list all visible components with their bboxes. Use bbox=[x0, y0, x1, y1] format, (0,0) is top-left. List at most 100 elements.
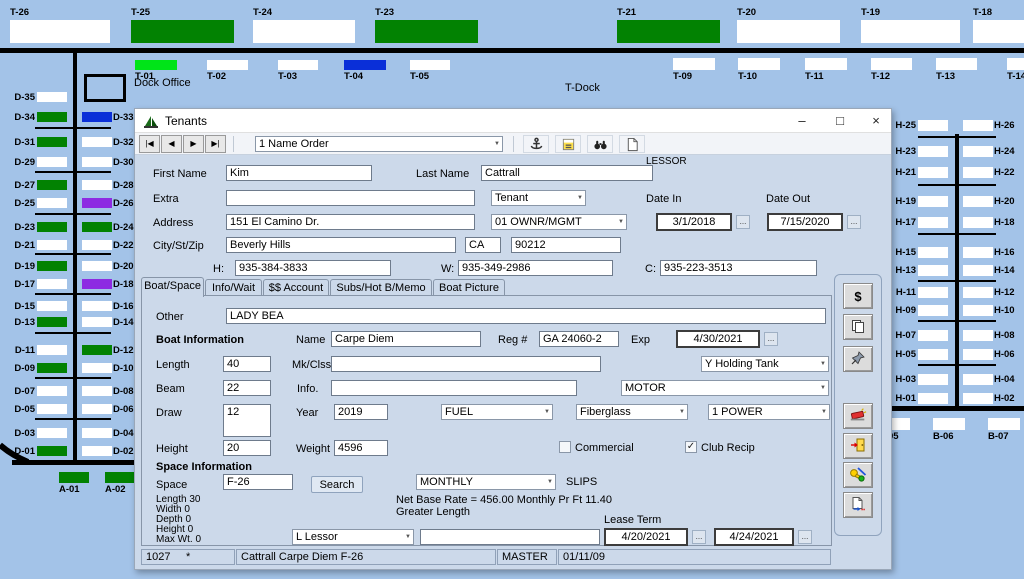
slip-D-05[interactable] bbox=[37, 404, 67, 414]
nav-previous-button[interactable]: ◀ bbox=[161, 135, 182, 153]
slip-T-04[interactable] bbox=[344, 60, 386, 70]
reg-number-field[interactable] bbox=[539, 331, 619, 347]
pin-record-button[interactable] bbox=[843, 346, 873, 372]
slip-H-02[interactable] bbox=[963, 393, 993, 404]
slip-H-05[interactable] bbox=[918, 349, 948, 360]
find-button[interactable] bbox=[587, 135, 613, 153]
holding-tank-select[interactable]: Y Holding Tank ▼ bbox=[701, 356, 829, 372]
slip-T-18[interactable] bbox=[973, 20, 1024, 43]
nav-next-button[interactable]: ▶ bbox=[183, 135, 204, 153]
date-in-picker-button[interactable]: ... bbox=[736, 215, 750, 229]
slip-H-01[interactable] bbox=[918, 393, 948, 404]
year-field[interactable] bbox=[334, 404, 388, 420]
tab-boat-picture[interactable]: Boat Picture bbox=[433, 279, 505, 296]
lease-from-field[interactable] bbox=[604, 528, 688, 546]
tenant-type-select[interactable]: Tenant ▼ bbox=[491, 190, 586, 206]
slip-T-05[interactable] bbox=[410, 60, 450, 70]
other-field[interactable] bbox=[226, 308, 826, 324]
slip-D-23[interactable] bbox=[37, 222, 67, 232]
home-phone-field[interactable] bbox=[235, 260, 391, 276]
slip-D-08[interactable] bbox=[82, 386, 112, 396]
lease-to-picker-button[interactable]: ... bbox=[798, 530, 812, 544]
slip-D-31[interactable] bbox=[37, 137, 67, 147]
tab-info-wait[interactable]: Info/Wait bbox=[205, 279, 262, 296]
slip-H-19[interactable] bbox=[918, 196, 948, 207]
slip-H-21[interactable] bbox=[918, 167, 948, 178]
account-dollar-button[interactable]: $ bbox=[843, 283, 873, 309]
slip-A-01[interactable] bbox=[59, 472, 89, 483]
exit-button[interactable] bbox=[843, 433, 873, 459]
minimize-button[interactable]: – bbox=[787, 109, 817, 132]
new-record-button[interactable] bbox=[619, 135, 645, 153]
slip-H-10[interactable] bbox=[963, 305, 993, 316]
slip-D-33[interactable] bbox=[82, 112, 112, 122]
slip-H-03[interactable] bbox=[918, 374, 948, 385]
space-field[interactable] bbox=[223, 474, 293, 490]
state-field[interactable] bbox=[465, 237, 501, 253]
slip-H-04[interactable] bbox=[963, 374, 993, 385]
extra-field[interactable] bbox=[226, 190, 475, 206]
nav-last-button[interactable]: ▶| bbox=[205, 135, 226, 153]
city-field[interactable] bbox=[226, 237, 456, 253]
power-select[interactable]: 1 POWER ▼ bbox=[708, 404, 830, 420]
mk-clss-field[interactable] bbox=[331, 356, 601, 372]
tab-boat-space[interactable]: Boat/Space bbox=[141, 277, 204, 297]
tab-account[interactable]: $$ Account bbox=[263, 279, 329, 296]
slip-D-04[interactable] bbox=[82, 428, 112, 438]
slip-H-20[interactable] bbox=[963, 196, 993, 207]
slip-D-16[interactable] bbox=[82, 301, 112, 311]
slip-T-12[interactable] bbox=[871, 58, 912, 70]
slip-H-12[interactable] bbox=[963, 287, 993, 298]
slip-T-11[interactable] bbox=[805, 58, 847, 70]
slip-H-11[interactable] bbox=[918, 287, 948, 298]
length-field[interactable] bbox=[223, 356, 271, 372]
notes-button[interactable] bbox=[555, 135, 581, 153]
slip-D-17[interactable] bbox=[37, 279, 67, 289]
slip-H-15[interactable] bbox=[918, 247, 948, 258]
first-name-field[interactable] bbox=[226, 165, 372, 181]
tab-subs-hot-b-memo[interactable]: Subs/Hot B/Memo bbox=[330, 279, 432, 296]
slip-D-11[interactable] bbox=[37, 345, 67, 355]
beam-field[interactable] bbox=[223, 380, 271, 396]
erase-record-button[interactable] bbox=[843, 403, 873, 429]
slip-T-14[interactable] bbox=[1007, 58, 1024, 70]
slip-H-17[interactable] bbox=[918, 217, 948, 228]
lease-note-field[interactable] bbox=[420, 529, 600, 545]
exp-date-field[interactable] bbox=[676, 330, 760, 348]
commercial-checkbox[interactable] bbox=[559, 441, 571, 453]
slip-T-24[interactable] bbox=[253, 20, 355, 43]
slip-T-26[interactable] bbox=[10, 20, 110, 43]
slip-D-29[interactable] bbox=[37, 157, 67, 167]
slip-D-28[interactable] bbox=[82, 180, 112, 190]
slip-H-06[interactable] bbox=[963, 349, 993, 360]
slip-D-06[interactable] bbox=[82, 404, 112, 414]
slip-H-07[interactable] bbox=[918, 330, 948, 341]
slip-T-09[interactable] bbox=[673, 58, 715, 70]
slip-T-02[interactable] bbox=[207, 60, 248, 70]
date-out-field[interactable] bbox=[767, 213, 843, 231]
slip-D-26[interactable] bbox=[82, 198, 112, 208]
slip-H-25[interactable] bbox=[918, 120, 948, 131]
date-out-picker-button[interactable]: ... bbox=[847, 215, 861, 229]
slip-D-21[interactable] bbox=[37, 240, 67, 250]
info-field[interactable] bbox=[331, 380, 577, 396]
lease-from-picker-button[interactable]: ... bbox=[692, 530, 706, 544]
slip-D-14[interactable] bbox=[82, 317, 112, 327]
slip-D-35[interactable] bbox=[37, 92, 67, 102]
slip-D-12[interactable] bbox=[82, 345, 112, 355]
address-field[interactable] bbox=[226, 214, 475, 230]
slip-D-20[interactable] bbox=[82, 261, 112, 271]
slip-H-08[interactable] bbox=[963, 330, 993, 341]
lease-to-field[interactable] bbox=[714, 528, 794, 546]
zip-field[interactable] bbox=[511, 237, 621, 253]
club-recip-checkbox[interactable]: ✓ bbox=[685, 441, 697, 453]
slip-D-03[interactable] bbox=[37, 428, 67, 438]
slip-D-13[interactable] bbox=[37, 317, 67, 327]
slip-A-02[interactable] bbox=[105, 472, 135, 483]
slip-T-03[interactable] bbox=[278, 60, 318, 70]
search-button[interactable]: Search bbox=[311, 476, 363, 493]
exp-date-picker-button[interactable]: ... bbox=[764, 332, 778, 346]
draw-field[interactable] bbox=[223, 404, 271, 437]
slip-D-10[interactable] bbox=[82, 363, 112, 373]
slip-D-25[interactable] bbox=[37, 198, 67, 208]
